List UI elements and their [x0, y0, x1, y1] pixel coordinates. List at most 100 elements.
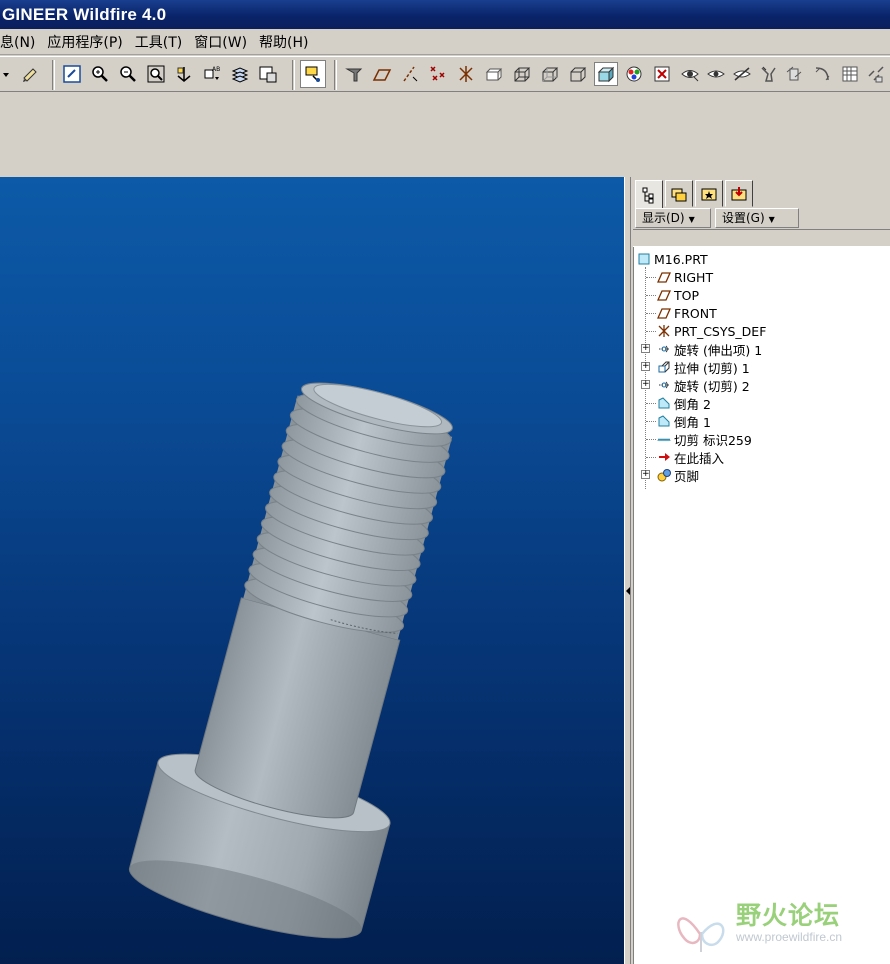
tree-connector: [646, 457, 656, 458]
part-icon: [636, 251, 652, 267]
tree-node-csys[interactable]: PRT_CSYS_DEF: [656, 322, 766, 340]
refit-icon[interactable]: [144, 62, 168, 86]
model-tree-tab[interactable]: [635, 180, 663, 209]
table-icon[interactable]: [838, 62, 862, 86]
menu-item-applications[interactable]: 应用程序(P): [42, 32, 127, 52]
expand-icon[interactable]: +: [641, 380, 650, 389]
tree-connector: [646, 421, 656, 422]
favorites-tab[interactable]: [695, 180, 723, 207]
appearance-icon[interactable]: [622, 62, 646, 86]
csys-icon: [656, 323, 672, 339]
dropdown-arrow-icon[interactable]: [0, 62, 12, 86]
tree-connector: [646, 313, 656, 314]
settings-menu-button[interactable]: 设置(G) ▼: [715, 208, 799, 228]
tree-node-revolve-cut[interactable]: 旋转 (切剪) 2: [656, 376, 750, 394]
revolve-icon: [656, 341, 672, 357]
tree-node-top-plane[interactable]: TOP: [656, 286, 699, 304]
expand-icon[interactable]: +: [641, 344, 650, 353]
datum-axis-display-icon[interactable]: [342, 62, 366, 86]
view-manager-icon[interactable]: [256, 62, 280, 86]
tree-node-part[interactable]: M16.PRT: [636, 250, 708, 268]
datum-axis-icon[interactable]: [398, 62, 422, 86]
window-title: GINEER Wildfire 4.0: [2, 5, 167, 24]
analysis-icon[interactable]: [810, 62, 834, 86]
title-bar: GINEER Wildfire 4.0: [0, 0, 890, 29]
datum-plane-icon: [656, 269, 672, 285]
csys-display-icon[interactable]: [454, 62, 478, 86]
unhide-icon[interactable]: [730, 62, 754, 86]
tree-node-label: 页脚: [674, 468, 700, 484]
chevron-down-icon: ▼: [768, 215, 775, 224]
tree-node-cosmetic-thread[interactable]: 切剪 标识259: [656, 430, 752, 448]
tree-node-label: TOP: [674, 287, 700, 303]
shading-icon[interactable]: [594, 62, 618, 86]
menu-item-window[interactable]: 窗口(W): [189, 32, 252, 52]
spin-center-icon[interactable]: [300, 60, 326, 88]
screw-model[interactable]: [0, 177, 624, 964]
show-menu-label: 显示(D): [642, 211, 685, 225]
close-window-icon[interactable]: [650, 62, 674, 86]
expand-icon[interactable]: +: [641, 362, 650, 371]
settings-menu-label: 设置(G): [722, 211, 765, 225]
regenerate-icon[interactable]: [18, 62, 42, 86]
navigator-panel: 显示(D) ▼ 设置(G) ▼ M16.PRT RIGHT TOP FRONT PR…: [631, 177, 890, 964]
show-menu-button[interactable]: 显示(D) ▼: [635, 208, 711, 228]
tree-node-label: 拉伸 (切剪) 1: [674, 360, 750, 376]
datum-point-icon[interactable]: [426, 62, 450, 86]
secondary-toolbar-area: [0, 93, 890, 177]
panel-splitter[interactable]: [624, 177, 631, 964]
tree-node-extrude-cut[interactable]: 拉伸 (切剪) 1: [656, 358, 750, 376]
tree-node-chamfer-2[interactable]: 倒角 2: [656, 394, 711, 412]
layers-icon[interactable]: [228, 62, 252, 86]
zoom-out-icon[interactable]: [116, 62, 140, 86]
main-toolbar: AB: [0, 56, 890, 92]
hidden-line-icon[interactable]: [538, 62, 562, 86]
chevron-down-icon: ▼: [688, 215, 695, 224]
tree-node-front-plane[interactable]: FRONT: [656, 304, 717, 322]
tree-node-label: RIGHT: [674, 269, 714, 285]
menu-item-info[interactable]: 息(N): [0, 32, 40, 52]
tree-connector: [646, 439, 656, 440]
repaint-icon[interactable]: [60, 62, 84, 86]
datum-plane-icon: [656, 305, 672, 321]
menu-item-help[interactable]: 帮助(H): [254, 32, 313, 52]
pattern-icon[interactable]: [864, 62, 888, 86]
saved-views-icon[interactable]: AB: [200, 62, 224, 86]
sketch-icon[interactable]: [782, 62, 806, 86]
tree-connector: [646, 295, 656, 296]
graphics-window[interactable]: [0, 177, 624, 964]
navigator-menu: 显示(D) ▼ 设置(G) ▼: [635, 208, 803, 228]
tree-node-insert-here[interactable]: 在此插入: [656, 448, 724, 466]
watermark-title: 野火论坛: [736, 901, 841, 930]
reorient-icon[interactable]: [172, 62, 196, 86]
model-tree: M16.PRT RIGHT TOP FRONT PRT_CSYS_DEF + 旋…: [633, 247, 890, 964]
show-icon[interactable]: [678, 62, 702, 86]
tree-node-right-plane[interactable]: RIGHT: [656, 268, 713, 286]
tree-node-label: 倒角 2: [674, 396, 711, 412]
annotation-icon[interactable]: [482, 62, 506, 86]
svg-text:AB: AB: [212, 66, 220, 73]
hide-icon[interactable]: [704, 62, 728, 86]
menu-bar: 息(N) 应用程序(P) 工具(T) 窗口(W) 帮助(H): [0, 29, 890, 55]
tree-node-chamfer-1[interactable]: 倒角 1: [656, 412, 711, 430]
folder-browser-tab[interactable]: [665, 180, 693, 207]
chamfer-icon: [656, 413, 672, 429]
wireframe-icon[interactable]: [510, 62, 534, 86]
watermark-url: www.proewildfire.cn: [736, 930, 843, 944]
tree-node-revolve-protrusion[interactable]: 旋转 (伸出项) 1: [656, 340, 762, 358]
model-tree-icon[interactable]: [756, 62, 780, 86]
tree-node-footer[interactable]: 页脚: [656, 466, 699, 484]
tree-connector: [645, 267, 646, 489]
expand-icon[interactable]: +: [641, 470, 650, 479]
collapse-arrow-icon[interactable]: [626, 587, 630, 595]
tree-node-label: 在此插入: [674, 450, 725, 466]
zoom-in-icon[interactable]: [88, 62, 112, 86]
connections-tab[interactable]: [725, 180, 753, 207]
no-hidden-icon[interactable]: [566, 62, 590, 86]
toolbar-separator: [334, 60, 337, 90]
menu-item-tools[interactable]: 工具(T): [130, 32, 187, 52]
datum-plane-icon: [656, 287, 672, 303]
datum-plane-display-icon[interactable]: [370, 62, 394, 86]
tree-node-label: PRT_CSYS_DEF: [674, 323, 767, 339]
cosmetic-thread-icon: [656, 431, 672, 447]
